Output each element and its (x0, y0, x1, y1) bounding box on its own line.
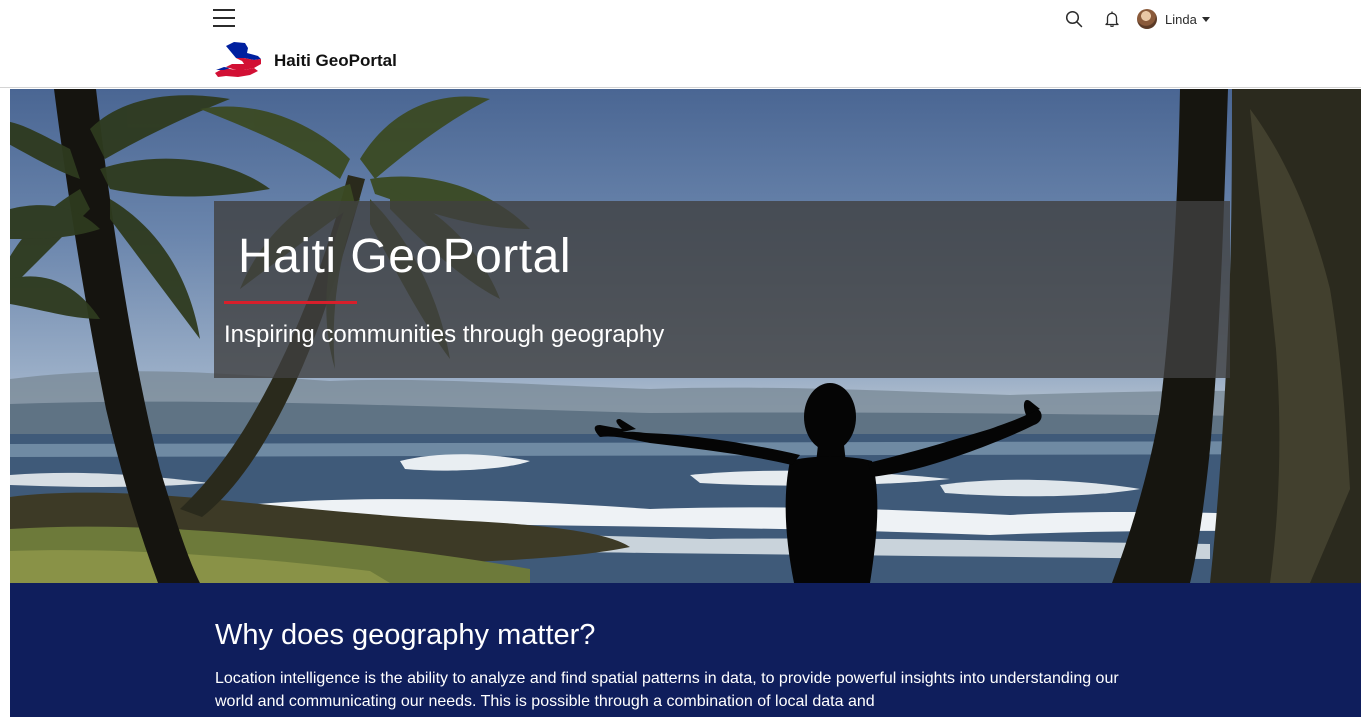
user-name: Linda (1165, 11, 1197, 27)
hero-banner: Haiti GeoPortal Inspiring communities th… (10, 89, 1361, 583)
site-brand-link[interactable]: Haiti GeoPortal (214, 40, 397, 80)
hamburger-menu-icon[interactable] (213, 8, 235, 28)
avatar (1137, 9, 1157, 29)
section-heading: Why does geography matter? (215, 619, 596, 651)
hero-accent-rule (224, 301, 357, 304)
why-geography-section: Why does geography matter? Location inte… (10, 583, 1361, 717)
caret-down-icon (1201, 17, 1210, 22)
site-name: Haiti GeoPortal (274, 51, 397, 70)
hero-title-panel: Haiti GeoPortal Inspiring communities th… (214, 201, 1230, 378)
hero-title: Haiti GeoPortal (238, 230, 571, 283)
haiti-flag-map-logo (215, 42, 261, 77)
hero-subtitle: Inspiring communities through geography (224, 321, 665, 348)
user-menu[interactable]: Linda (1137, 9, 1210, 29)
bell-icon[interactable] (1101, 8, 1123, 30)
search-icon[interactable] (1063, 8, 1085, 30)
section-body: Location intelligence is the ability to … (215, 670, 1119, 710)
header-actions: Linda (1063, 8, 1210, 30)
site-header: Linda Haiti GeoPortal (0, 0, 1361, 88)
